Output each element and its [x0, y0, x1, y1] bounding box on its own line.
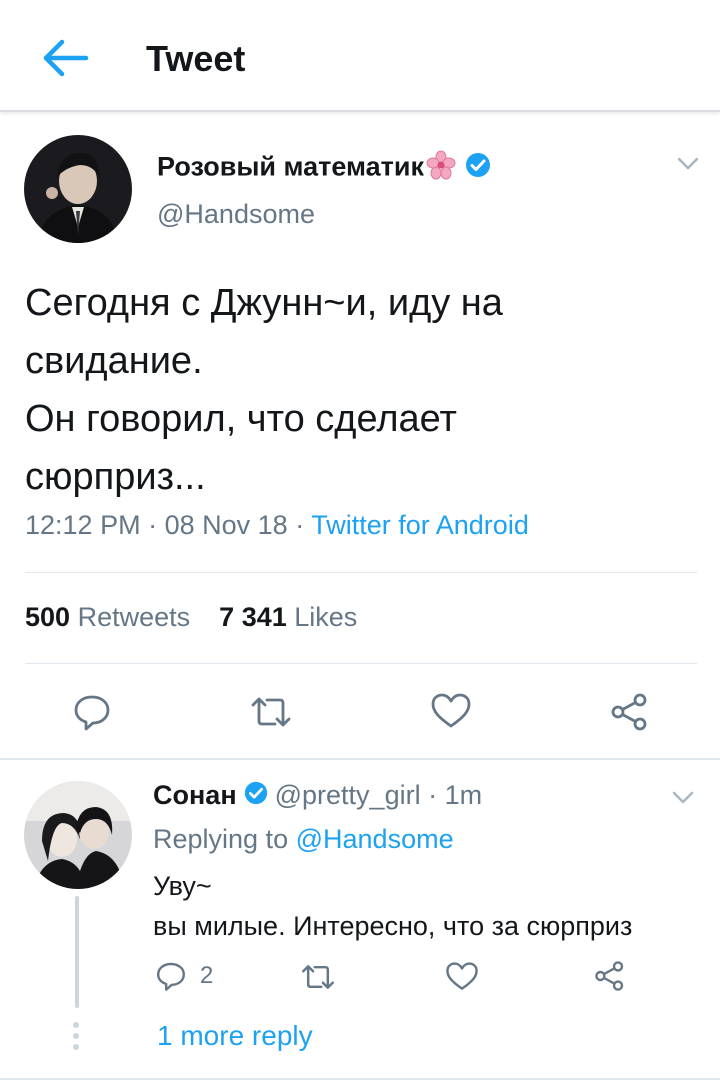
divider: [25, 572, 697, 573]
author-avatar[interactable]: [24, 135, 132, 243]
tweet-text-line: сюрприз...: [25, 456, 206, 498]
reply-reply-button[interactable]: 2: [155, 960, 213, 992]
more-replies-link[interactable]: 1 more reply: [157, 1020, 313, 1052]
retweet-icon: [302, 965, 334, 989]
tweet-text: Сегодня с Джунн~и, иду на свидание. Он г…: [25, 274, 685, 506]
like-icon: [431, 693, 471, 728]
back-button[interactable]: [36, 36, 92, 80]
chevron-down-icon: [677, 157, 699, 170]
reply-time: 1m: [444, 780, 483, 810]
tweet-meta: 12:12 PM · 08 Nov 18 · Twitter for Andro…: [25, 510, 529, 541]
tweet-date: 08 Nov 18: [164, 510, 288, 540]
replying-to-label: Replying to: [153, 824, 289, 854]
retweet-button[interactable]: [249, 694, 293, 735]
thread-dots: [73, 1022, 79, 1055]
likes-label[interactable]: Likes: [294, 602, 357, 632]
cherry-blossom-icon: [426, 150, 456, 187]
chevron-down-icon: [672, 791, 694, 804]
replying-to: Replying to @Handsome: [153, 824, 454, 855]
reply-menu-button[interactable]: [671, 790, 695, 811]
verified-badge-icon: [243, 780, 269, 813]
share-icon: [611, 693, 647, 731]
tweet-time: 12:12 PM: [25, 510, 141, 540]
meta-separator: ·: [148, 510, 158, 540]
retweets-label[interactable]: Retweets: [78, 602, 191, 632]
tweet-source-link[interactable]: Twitter for Android: [311, 510, 529, 540]
like-button[interactable]: [430, 692, 472, 735]
divider: [25, 663, 697, 664]
replying-to-mention[interactable]: @Handsome: [296, 824, 454, 854]
reply-like-button[interactable]: [445, 961, 479, 997]
meta-separator: ·: [295, 510, 305, 540]
verified-badge-icon: [464, 151, 492, 186]
author-handle: @Handsome: [157, 199, 315, 229]
reply-author-avatar[interactable]: [24, 781, 132, 889]
reply-author-name: Сонан: [153, 780, 237, 810]
tweet-text-line: свидание.: [25, 340, 203, 382]
reply-text-line: Уву~: [153, 871, 212, 901]
likes-count[interactable]: 7 341: [219, 602, 287, 632]
reply-retweet-button[interactable]: [300, 962, 336, 997]
page-title: Tweet: [146, 38, 246, 79]
share-button[interactable]: [610, 692, 650, 737]
tweet-menu-button[interactable]: [676, 156, 700, 177]
section-divider: [0, 758, 720, 760]
share-icon: [595, 961, 624, 991]
author-name-row[interactable]: Розовый математик: [157, 150, 492, 187]
reply-share-button[interactable]: [594, 960, 626, 997]
tweet-text-line: Он говорил, что сделает: [25, 398, 457, 440]
retweets-count[interactable]: 500: [25, 602, 70, 632]
top-bar: Tweet: [0, 0, 720, 112]
divider: [0, 1078, 720, 1080]
like-icon: [446, 962, 478, 990]
reply-author-handle: @pretty_girl: [274, 780, 421, 810]
reply-button[interactable]: [72, 692, 112, 737]
reply-icon: [157, 962, 185, 991]
reply-text-line: вы милые. Интересно, что за сюрприз: [153, 911, 633, 941]
tweet-text-line: Сегодня с Джунн~и, иду на: [25, 282, 503, 324]
retweet-icon: [251, 697, 291, 727]
thread-line: [75, 896, 79, 1008]
tweet-stats: 500 Retweets 7 341 Likes: [25, 602, 357, 633]
reply-text: Уву~ вы милые. Интересно, что за сюрприз: [153, 866, 632, 946]
meta-separator: ·: [428, 780, 438, 810]
reply-author-row[interactable]: Сонан @pretty_girl · 1m: [153, 780, 482, 813]
reply-icon: [74, 695, 110, 731]
author-name: Розовый математик: [157, 151, 424, 182]
reply-count: 2: [200, 962, 214, 989]
arrow-left-icon: [43, 39, 89, 77]
